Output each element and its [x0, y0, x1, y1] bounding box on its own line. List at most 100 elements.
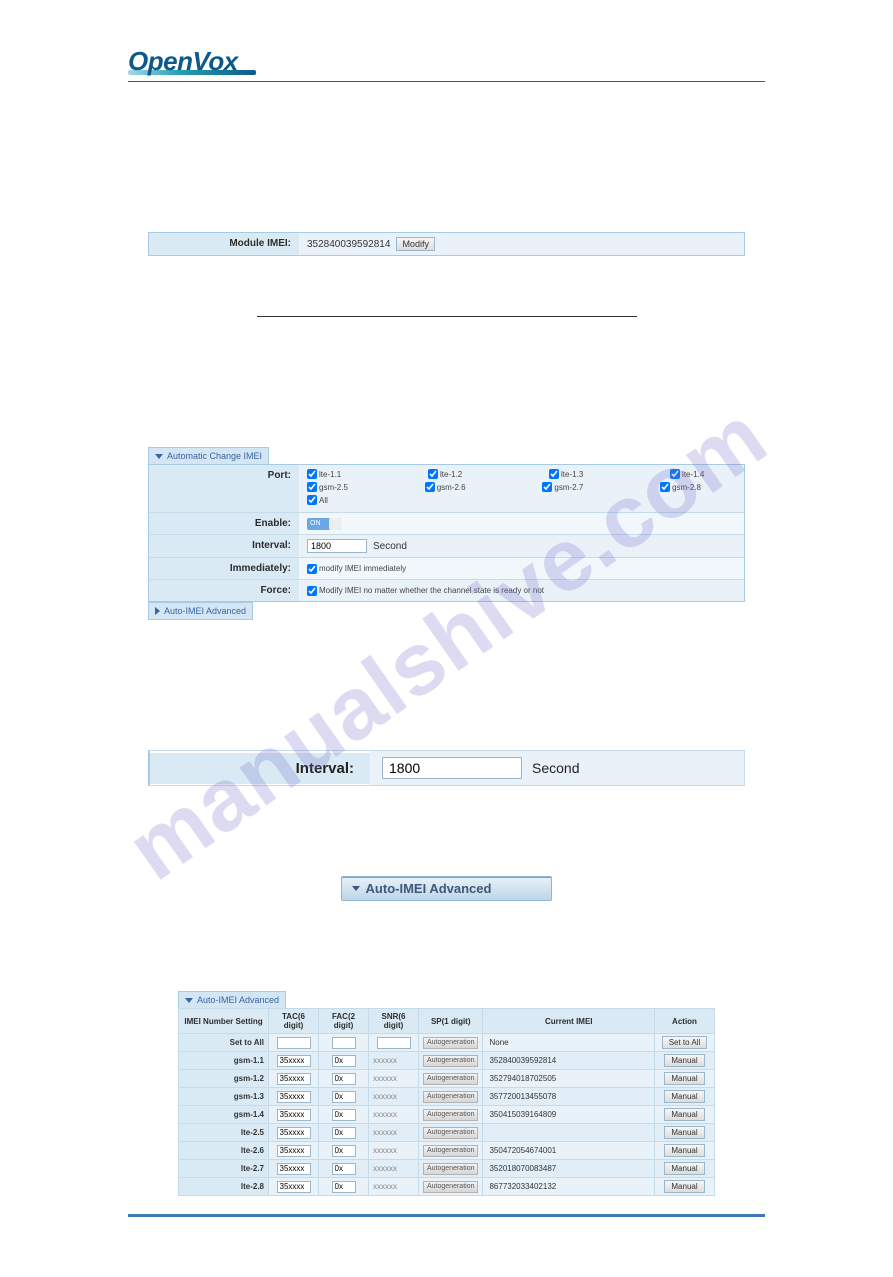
tac-input-1[interactable] — [277, 1073, 311, 1085]
chk-gsm-2-6[interactable] — [425, 482, 435, 492]
port-gsm-2-6: gsm-2.6 — [437, 483, 466, 492]
chk-force[interactable] — [307, 586, 317, 596]
big-interval-input[interactable] — [382, 757, 522, 779]
chevron-right-icon — [155, 607, 160, 615]
current-imei-7: 867732033402132 — [483, 1178, 655, 1196]
chk-gsm-2-7[interactable] — [542, 482, 552, 492]
port-gsm-2-8: gsm-2.8 — [672, 483, 701, 492]
chk-lte-1-2[interactable] — [428, 469, 438, 479]
big-interval-unit: Second — [532, 760, 579, 776]
snr-3: xxxxxx — [369, 1106, 419, 1124]
sp-btn-0[interactable]: Autogeneration — [423, 1055, 478, 1067]
th-fac: FAC(2 digit) — [319, 1009, 369, 1034]
auto-imei-collapsed-header[interactable]: Auto-IMEI Advanced — [148, 602, 253, 620]
port-lte-1-4: lte-1.4 — [682, 470, 704, 479]
chk-gsm-2-5[interactable] — [307, 482, 317, 492]
th-sp: SP(1 digit) — [419, 1009, 483, 1034]
chk-immediately[interactable] — [307, 564, 317, 574]
fac-input-all[interactable] — [332, 1037, 356, 1049]
fac-input-5[interactable] — [332, 1145, 356, 1157]
fac-input-0[interactable] — [332, 1055, 356, 1067]
port-gsm-2-5: gsm-2.5 — [319, 483, 348, 492]
sp-btn-all[interactable]: Autogeneration — [423, 1037, 478, 1049]
row-lte-2.5: lte-2.5 — [179, 1124, 269, 1142]
auto-change-header[interactable]: Automatic Change IMEI — [148, 447, 269, 464]
logo-text-a: Open — [128, 46, 192, 76]
th-action: Action — [655, 1009, 715, 1034]
sp-btn-5[interactable]: Autogeneration — [423, 1145, 478, 1157]
auto-imei-advanced-button[interactable]: Auto-IMEI Advanced — [341, 876, 553, 901]
sp-btn-2[interactable]: Autogeneration — [423, 1091, 478, 1103]
fac-input-4[interactable] — [332, 1127, 356, 1139]
auto-imei-table-title: Auto-IMEI Advanced — [197, 995, 279, 1005]
tac-input-0[interactable] — [277, 1055, 311, 1067]
port-body: lte-1.1 lte-1.2 lte-1.3 lte-1.4 gsm-2.5 … — [299, 465, 744, 512]
manual-button-7[interactable]: Manual — [664, 1180, 704, 1193]
tac-input-4[interactable] — [277, 1127, 311, 1139]
row-lte-2.8: lte-2.8 — [179, 1178, 269, 1196]
fac-input-1[interactable] — [332, 1073, 356, 1085]
chk-lte-1-3[interactable] — [549, 469, 559, 479]
snr-6: xxxxxx — [369, 1160, 419, 1178]
manual-button-5[interactable]: Manual — [664, 1144, 704, 1157]
chevron-down-icon — [185, 998, 193, 1003]
snr-5: xxxxxx — [369, 1142, 419, 1160]
snr-input-all[interactable] — [377, 1037, 411, 1049]
chk-gsm-2-8[interactable] — [660, 482, 670, 492]
manual-button-4[interactable]: Manual — [664, 1126, 704, 1139]
interval-unit: Second — [373, 541, 407, 552]
tac-input-7[interactable] — [277, 1181, 311, 1193]
row-gsm-1.3: gsm-1.3 — [179, 1088, 269, 1106]
tac-input-6[interactable] — [277, 1163, 311, 1175]
chevron-down-icon — [352, 886, 360, 891]
header-logo: OpenVox — [0, 48, 893, 75]
set-to-all-button[interactable]: Set to All — [662, 1036, 708, 1049]
manual-button-1[interactable]: Manual — [664, 1072, 704, 1085]
fac-input-3[interactable] — [332, 1109, 356, 1121]
th-snr: SNR(6 digit) — [369, 1009, 419, 1034]
tac-input-2[interactable] — [277, 1091, 311, 1103]
footer-rule — [128, 1214, 765, 1217]
sp-btn-4[interactable]: Autogeneration — [423, 1127, 478, 1139]
row-gsm-1.1: gsm-1.1 — [179, 1052, 269, 1070]
auto-change-panel: Port: lte-1.1 lte-1.2 lte-1.3 lte-1.4 gs… — [148, 464, 745, 602]
tac-input-3[interactable] — [277, 1109, 311, 1121]
tac-input-5[interactable] — [277, 1145, 311, 1157]
auto-change-title: Automatic Change IMEI — [167, 451, 262, 461]
current-imei-4 — [483, 1124, 655, 1142]
tac-input-all[interactable] — [277, 1037, 311, 1049]
auto-imei-collapsed-title: Auto-IMEI Advanced — [164, 606, 246, 616]
auto-imei-advanced-label: Auto-IMEI Advanced — [366, 882, 492, 895]
immediately-label: Immediately: — [149, 557, 299, 579]
snr-0: xxxxxx — [369, 1052, 419, 1070]
sp-btn-3[interactable]: Autogeneration — [423, 1109, 478, 1121]
interval-input[interactable] — [307, 539, 367, 553]
interval-bar: Interval: Second — [148, 750, 745, 786]
row-gsm-1.4: gsm-1.4 — [179, 1106, 269, 1124]
fac-input-6[interactable] — [332, 1163, 356, 1175]
manual-button-3[interactable]: Manual — [664, 1108, 704, 1121]
manual-button-0[interactable]: Manual — [664, 1054, 704, 1067]
port-label: Port: — [149, 465, 299, 512]
chk-lte-1-4[interactable] — [670, 469, 680, 479]
sp-btn-7[interactable]: Autogeneration — [423, 1181, 478, 1193]
manual-button-6[interactable]: Manual — [664, 1162, 704, 1175]
port-lte-1-3: lte-1.3 — [561, 470, 583, 479]
auto-imei-table-header[interactable]: Auto-IMEI Advanced — [178, 991, 286, 1008]
chk-lte-1-1[interactable] — [307, 469, 317, 479]
current-imei-0: 352840039592814 — [483, 1052, 655, 1070]
logo-text-b: Vox — [192, 46, 237, 76]
manual-button-2[interactable]: Manual — [664, 1090, 704, 1103]
fac-input-7[interactable] — [332, 1181, 356, 1193]
fac-input-2[interactable] — [332, 1091, 356, 1103]
sp-btn-6[interactable]: Autogeneration — [423, 1163, 478, 1175]
modify-button[interactable]: Modify — [396, 237, 435, 251]
module-imei-value: 352840039592814 — [307, 239, 390, 250]
chk-all[interactable] — [307, 495, 317, 505]
current-imei-none: None — [483, 1034, 655, 1052]
sp-btn-1[interactable]: Autogeneration — [423, 1073, 478, 1085]
module-imei-panel: Module IMEI: 352840039592814 Modify — [148, 232, 745, 256]
enable-toggle[interactable]: ON — [307, 518, 341, 530]
snr-7: xxxxxx — [369, 1178, 419, 1196]
immediately-text: modify IMEI immediately — [319, 564, 406, 573]
